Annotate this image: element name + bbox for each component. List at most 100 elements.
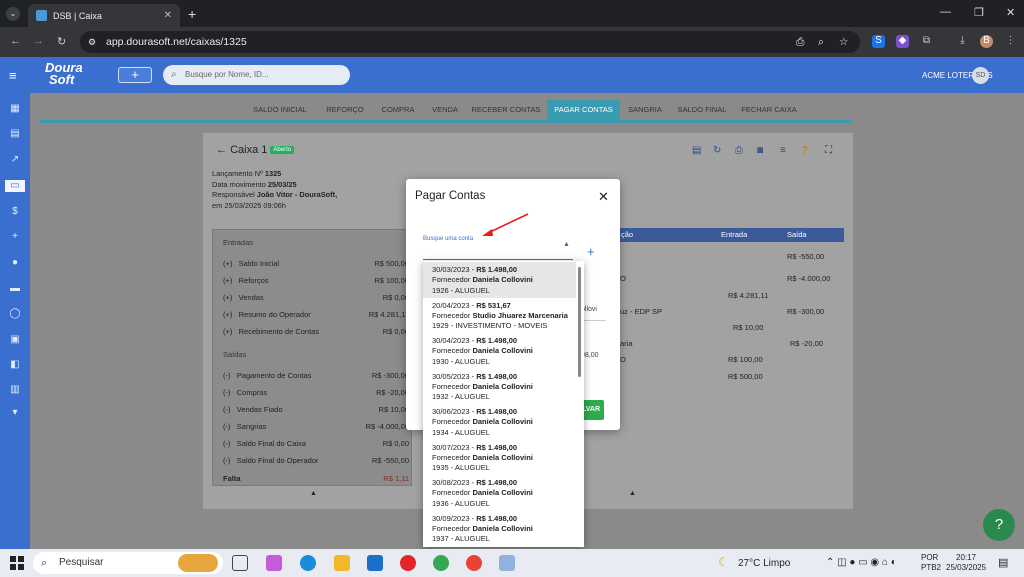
tab-saldo-inicial[interactable]: SALDO INICIAL (250, 100, 310, 120)
weather-text[interactable]: 27°C Limpo (738, 558, 790, 569)
account-option[interactable]: 30/04/2023 - R$ 1.498,00 Fornecedor Dani… (423, 333, 576, 369)
language-indicator[interactable]: POR PTB2 (921, 553, 941, 573)
user-icon[interactable]: ● (9, 257, 21, 269)
account-option[interactable]: 30/09/2023 - R$ 1.498,00 Fornecedor Dani… (423, 511, 576, 547)
tab-compra[interactable]: COMPRA (376, 100, 420, 120)
app-header: ≡ Doura Soft + ⌕ Busque por Nome, ID... … (0, 57, 1024, 93)
tray-icons[interactable]: ⌃ ◫ ● ▭ ◉ ⌂ ◐ (826, 557, 897, 568)
minimize-button[interactable]: — (940, 6, 951, 18)
refresh-icon[interactable]: ↻ (713, 145, 721, 156)
tab-reforco[interactable]: REFORÇO (322, 100, 368, 120)
avatar[interactable]: SD (972, 67, 989, 84)
row-label: Sangrias (236, 422, 267, 431)
list-icon[interactable]: ≡ (780, 145, 786, 156)
tab-receber-contas[interactable]: RECEBER CONTAS (470, 100, 542, 120)
file-explorer-icon[interactable] (334, 555, 350, 571)
extension-icon[interactable]: ◆ (896, 35, 909, 48)
cell-desc: O (620, 355, 626, 364)
forward-icon[interactable]: → (33, 35, 44, 47)
tab-sangria[interactable]: SANGRIA (624, 100, 666, 120)
dashboard-icon[interactable]: ▦ (9, 103, 21, 115)
row-value: R$ -300,00 (371, 371, 409, 380)
back-arrow-icon[interactable]: ← (216, 144, 227, 156)
add-user-icon[interactable]: + (9, 231, 21, 243)
chevron-up-icon[interactable]: ▲ (563, 241, 570, 248)
edge-icon[interactable] (300, 555, 316, 571)
camera-icon[interactable]: ◙ (757, 145, 763, 156)
browser-tab[interactable]: DSB | Caixa ✕ (28, 4, 180, 27)
option-fornecedor: Daniela Collovini (472, 452, 533, 462)
tab-fechar-caixa[interactable]: FECHAR CAIXA (738, 100, 800, 120)
mail-icon[interactable] (367, 555, 383, 571)
account-option[interactable]: 30/05/2023 - R$ 1.498,00 Fornecedor Dani… (423, 369, 576, 405)
taskbar-search[interactable]: ⌕ Pesquisar (33, 552, 223, 574)
extensions-puzzle-icon[interactable]: ⧉ (920, 35, 933, 48)
download-icon[interactable]: ⤓ (956, 35, 969, 48)
app-icon[interactable] (499, 555, 515, 571)
calendar-icon[interactable]: ▣ (9, 334, 21, 346)
cashier-icon[interactable]: ▭ (5, 180, 25, 192)
logo[interactable]: Doura Soft (45, 61, 83, 86)
row-label: Saldo Final do Caixa (236, 439, 306, 448)
new-tab-button[interactable]: + (188, 6, 196, 22)
add-account-icon[interactable]: + (587, 244, 595, 259)
export-icon[interactable]: ▤ (692, 145, 701, 156)
url-input[interactable]: ⚙ app.dourasoft.net/caixas/1325 ⎙ ⌕ ☆ (80, 31, 860, 53)
trend-icon[interactable]: ↗ (9, 154, 21, 166)
windows-start-icon[interactable] (10, 556, 24, 570)
profile-icon[interactable]: B (980, 35, 993, 48)
account-option[interactable]: 30/07/2023 - R$ 1.498,00 Fornecedor Dani… (423, 440, 576, 476)
fullscreen-icon[interactable]: ⛶ (825, 145, 832, 156)
help-chat-button[interactable]: ? (983, 509, 1015, 541)
close-tab-icon[interactable]: ✕ (164, 10, 172, 21)
close-icon[interactable]: ✕ (598, 189, 609, 205)
extension-s-icon[interactable]: S (872, 35, 885, 48)
sign: (+) (223, 310, 233, 319)
collapse-left-icon[interactable]: ▲ (310, 490, 317, 497)
zoom-icon[interactable]: ⌕ (818, 31, 824, 53)
opera-icon[interactable] (400, 555, 416, 571)
report-icon[interactable]: ▤ (9, 128, 21, 140)
chrome-active-icon[interactable] (466, 555, 482, 571)
account-option[interactable]: 30/08/2023 - R$ 1.498,00 Fornecedor Dani… (423, 475, 576, 511)
tab-search-button[interactable]: ⌄ (6, 7, 20, 21)
tab-venda[interactable]: VENDA (428, 100, 462, 120)
expand-icon[interactable]: ▾ (9, 407, 21, 419)
add-button[interactable]: + (118, 67, 152, 83)
sign: (-) (223, 405, 231, 414)
money-icon[interactable]: $ (9, 206, 21, 218)
back-icon[interactable]: ← (10, 35, 21, 47)
browser-menu-icon[interactable]: ⋮ (1004, 35, 1017, 48)
wallet-icon[interactable]: ▥ (9, 384, 21, 396)
tab-pagar-contas[interactable]: PAGAR CONTAS (547, 100, 620, 120)
site-info-icon[interactable]: ⚙ (88, 31, 96, 53)
account-option[interactable]: 30/03/2023 - R$ 1.498,00 Fornecedor Dani… (423, 262, 576, 298)
clock[interactable]: 20:17 25/03/2025 (946, 553, 986, 573)
print-icon[interactable]: ⎙ (735, 145, 743, 156)
account-option[interactable]: 20/04/2023 - R$ 531,67 Fornecedor Studio… (423, 298, 576, 334)
account-option[interactable]: 30/06/2023 - R$ 1.498,00 Fornecedor Dani… (423, 404, 576, 440)
whatsapp-icon[interactable]: ◯ (9, 308, 21, 320)
row-label: Vendas (238, 293, 264, 302)
map-icon[interactable]: ◧ (9, 359, 21, 371)
menu-icon[interactable]: ≡ (9, 68, 17, 83)
chrome-icon[interactable] (433, 555, 449, 571)
install-app-icon[interactable]: ⎙ (796, 31, 804, 53)
maximize-button[interactable]: ❐ (974, 6, 984, 19)
tab-saldo-final[interactable]: SALDO FINAL (672, 100, 732, 120)
task-view-icon[interactable] (232, 555, 248, 571)
reload-icon[interactable]: ↻ (57, 35, 66, 48)
option-ref: 1937 - ALUGUEL (432, 534, 490, 544)
copilot-icon[interactable] (266, 555, 282, 571)
operation-tabs: SALDO INICIAL REFORÇO COMPRA VENDA RECEB… (40, 100, 852, 120)
dropdown-scrollbar[interactable] (578, 267, 581, 377)
caixa-info: Lançamento Nº 1325 Data movimento 25/03/… (212, 169, 337, 211)
inbox-icon[interactable]: ▬ (9, 283, 21, 295)
notification-icon[interactable]: ▤ (998, 556, 1008, 569)
search-input[interactable]: ⌕ Busque por Nome, ID... (163, 65, 350, 85)
account-search-input[interactable] (423, 243, 573, 259)
help-icon[interactable]: ? (802, 145, 808, 156)
bookmark-star-icon[interactable]: ☆ (839, 31, 848, 53)
collapse-right-icon[interactable]: ▲ (629, 490, 636, 497)
close-window-button[interactable]: ✕ (1006, 6, 1015, 19)
